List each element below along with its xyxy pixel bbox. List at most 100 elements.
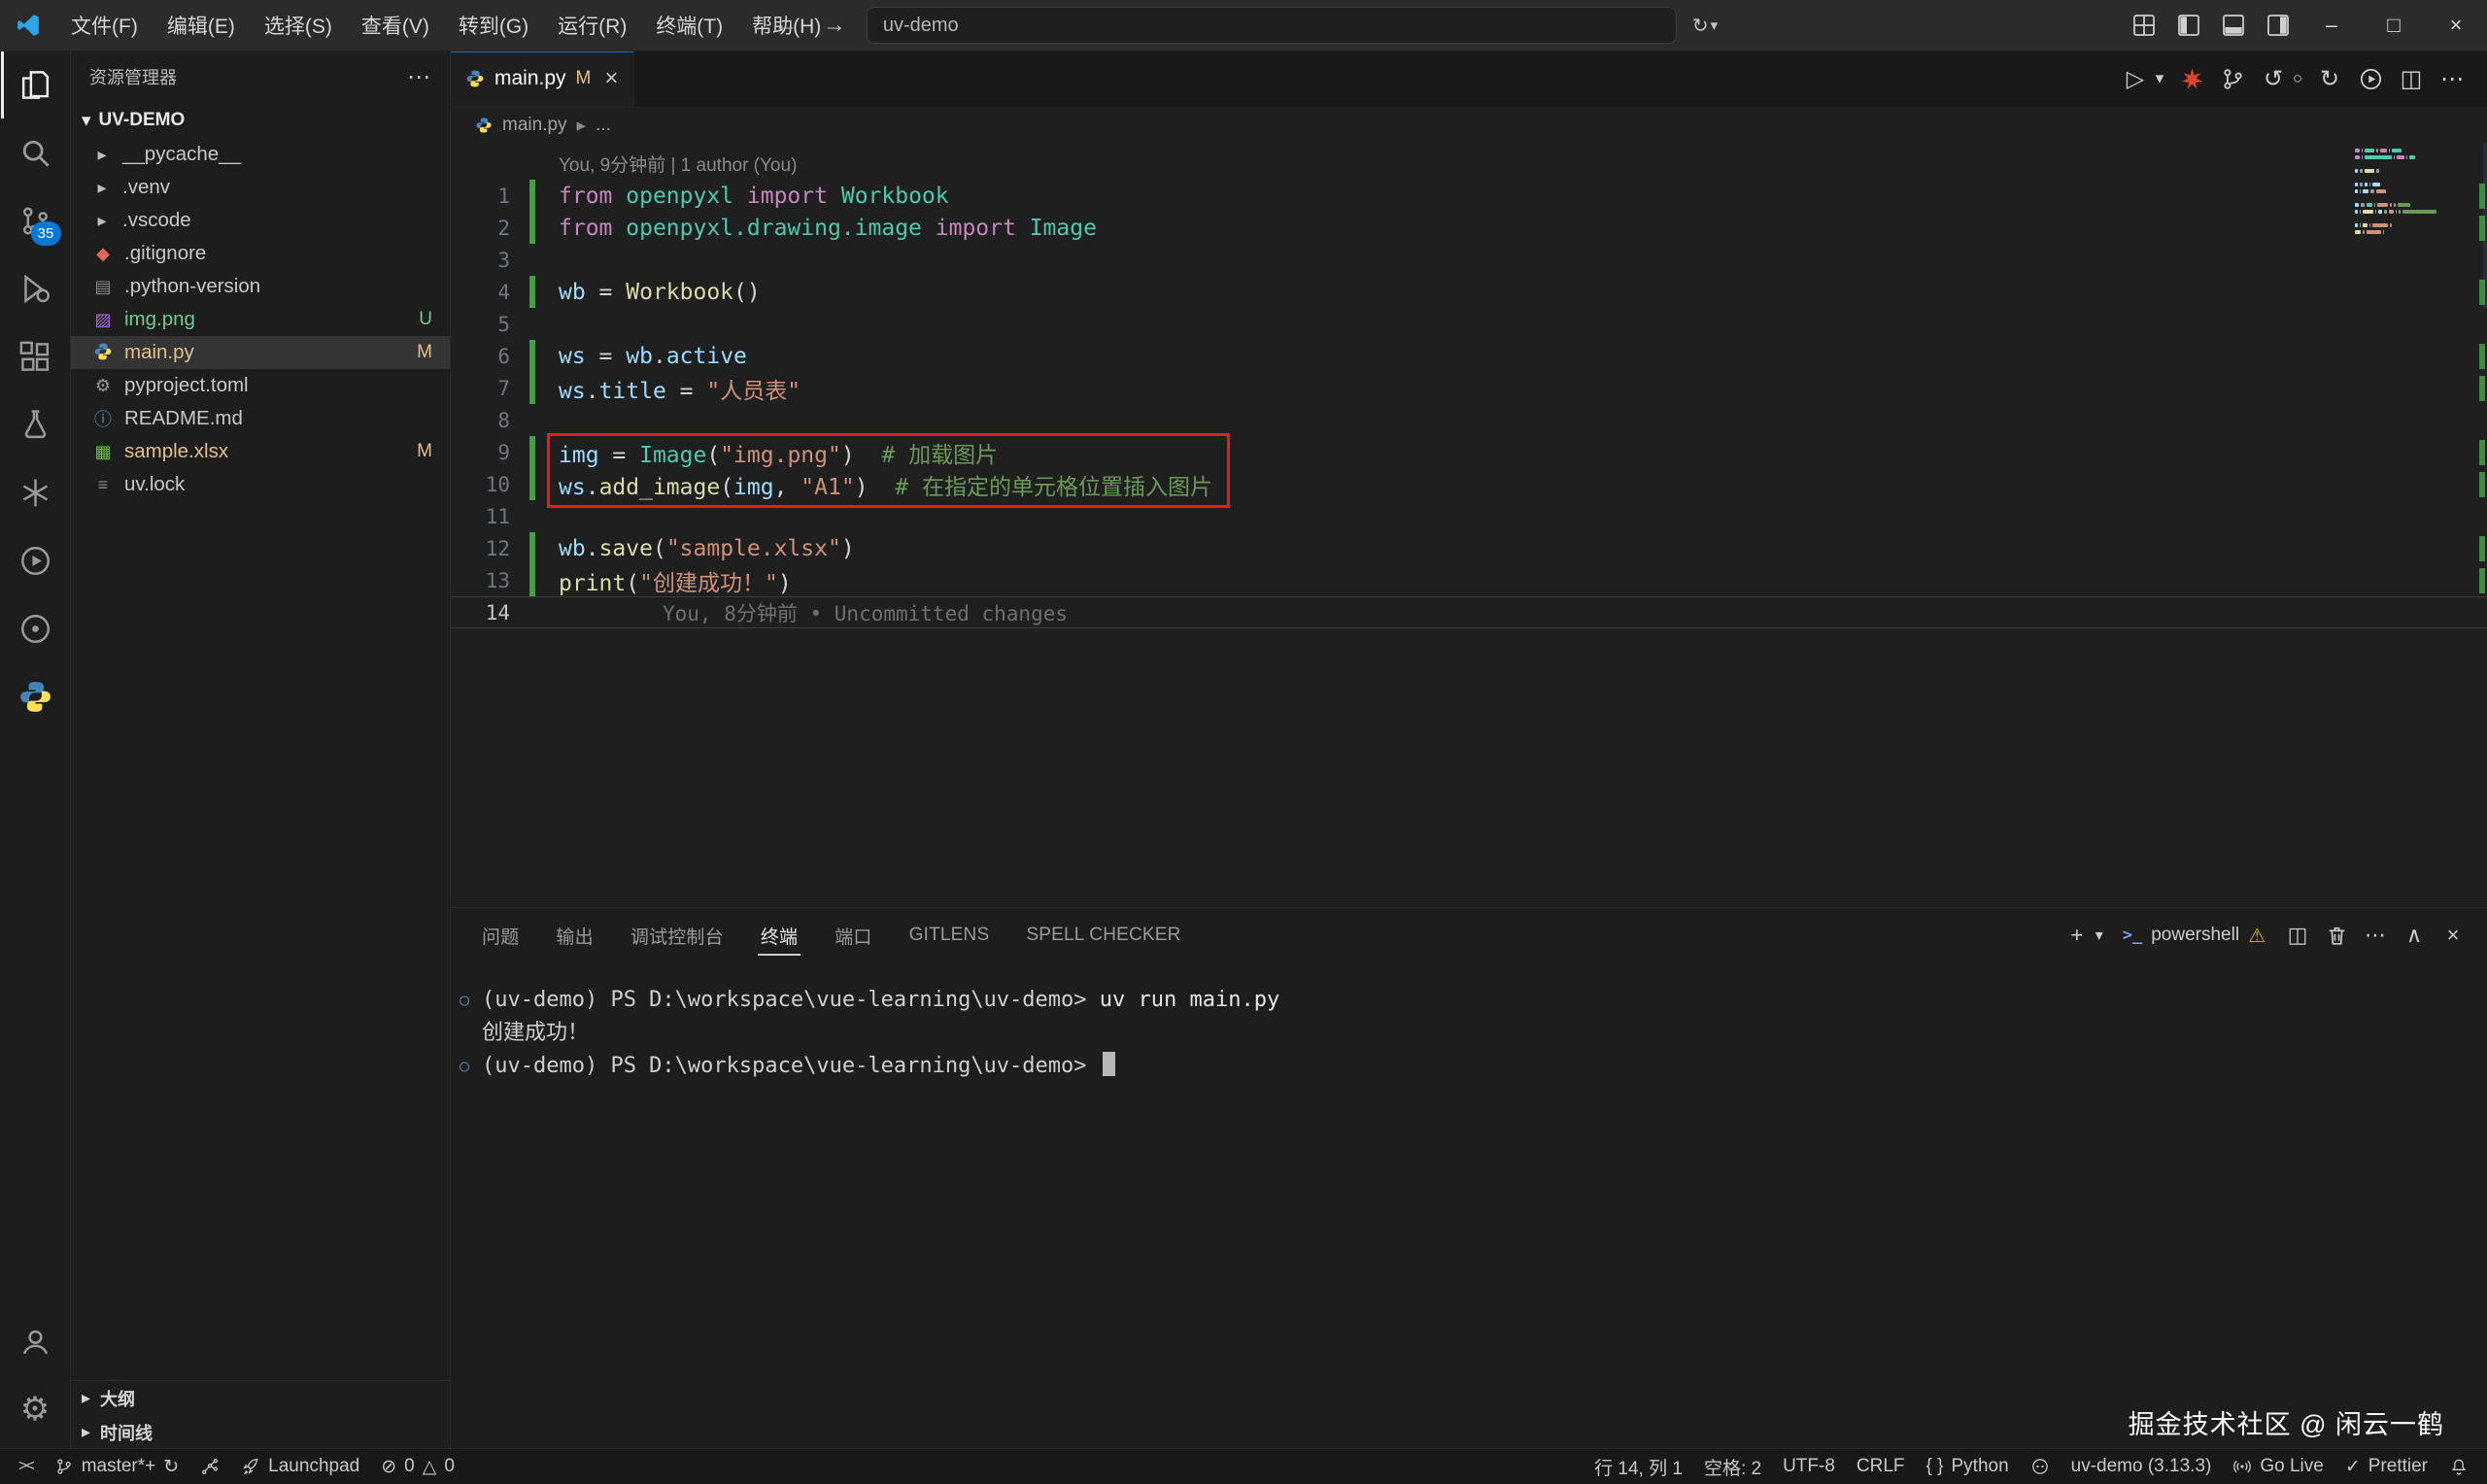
code-line-7[interactable]: 7ws.title = "人员表" — [450, 372, 2487, 404]
file-item-pyproject.toml[interactable]: ⚙pyproject.toml — [70, 369, 450, 402]
redo-icon[interactable]: ↻ — [2310, 57, 2349, 100]
file-item-.venv[interactable]: ▸.venv — [70, 171, 450, 204]
sidebar-section-时间线[interactable]: ▸时间线 — [70, 1415, 450, 1449]
code-runner-icon[interactable] — [1, 526, 70, 594]
tab-close-icon[interactable]: × — [604, 65, 618, 92]
customize-layout-icon[interactable] — [2122, 0, 2166, 51]
language-mode-status[interactable]: { } Python — [1916, 1449, 2020, 1484]
file-item-sample.xlsx[interactable]: ▦sample.xlsxM — [70, 435, 450, 468]
panel-tab-终端[interactable]: 终端 — [742, 908, 816, 962]
panel-tab-输出[interactable]: 输出 — [537, 908, 611, 962]
record-dot-icon[interactable]: ○ — [2287, 57, 2308, 100]
file-item-.gitignore[interactable]: ◆.gitignore — [70, 237, 450, 270]
launchpad-button[interactable]: Launchpad — [230, 1449, 370, 1484]
code-line-1[interactable]: 1from openpyxl import Workbook — [450, 180, 2487, 212]
menu-item-选择(S)[interactable]: 选择(S) — [250, 0, 347, 51]
accounts-icon[interactable] — [1, 1307, 70, 1375]
menu-item-编辑(E)[interactable]: 编辑(E) — [153, 0, 250, 51]
run-debug-icon[interactable] — [1, 254, 70, 322]
maximize-panel-button[interactable]: ∧ — [2396, 916, 2433, 955]
split-terminal-button[interactable]: ◫ — [2279, 916, 2316, 955]
close-button[interactable]: × — [2425, 0, 2487, 51]
code-line-6[interactable]: 6ws = wb.active — [450, 340, 2487, 372]
recent-dropdown[interactable]: ↻▾ — [1692, 14, 1718, 38]
snowflake-extension-icon[interactable] — [1, 458, 70, 526]
file-item-img.png[interactable]: ▨img.pngU — [70, 303, 450, 336]
command-decoration-icon[interactable]: ○ — [460, 984, 469, 1017]
code-line-13[interactable]: 13print("创建成功！") — [450, 564, 2487, 596]
encoding-status[interactable]: UTF-8 — [1772, 1449, 1846, 1484]
git-graph-button[interactable] — [189, 1449, 230, 1484]
code-line-11[interactable]: 11 — [450, 500, 2487, 532]
code-line-14[interactable]: 14You, 8分钟前 • Uncommitted changes — [450, 596, 2487, 628]
indentation-status[interactable]: 空格: 2 — [1693, 1449, 1772, 1484]
problems-status[interactable]: ⊘ 0 △ 0 — [370, 1449, 465, 1484]
settings-gear-icon[interactable]: ⚙ — [1, 1375, 70, 1443]
tree-root-folder[interactable]: ▾ UV-DEMO — [70, 103, 450, 138]
minimize-button[interactable]: – — [2300, 0, 2363, 51]
code-line-5[interactable]: 5 — [450, 308, 2487, 340]
toggle-sidebar-icon[interactable] — [2166, 0, 2211, 51]
split-editor-button[interactable]: ◫ — [2392, 57, 2431, 100]
breadcrumb-more[interactable]: ... — [596, 115, 611, 136]
search-icon[interactable] — [1, 118, 70, 186]
explorer-icon[interactable] — [1, 51, 70, 118]
python-extension-icon[interactable] — [1, 662, 70, 730]
code-line-3[interactable]: 3 — [450, 244, 2487, 276]
file-item-README.md[interactable]: ⓘREADME.md — [70, 402, 450, 435]
breadcrumb[interactable]: main.py ▸ ... — [450, 108, 2487, 143]
file-item-main.py[interactable]: main.pyM — [70, 336, 450, 369]
terminal-profile-chevron[interactable]: ▾ — [2090, 916, 2109, 955]
copilot-status[interactable] — [2020, 1449, 2061, 1484]
breadcrumb-file[interactable]: main.py — [502, 115, 567, 136]
remote-indicator[interactable]: >< — [8, 1449, 44, 1484]
terminal-instance-powershell[interactable]: >_ powershell ⚠ — [2111, 924, 2277, 948]
file-item-__pycache__[interactable]: ▸__pycache__ — [70, 138, 450, 171]
code-line-9[interactable]: 9img = Image("img.png") # 加载图片 — [450, 436, 2487, 468]
terminal[interactable]: ○(uv-demo) PS D:\workspace\vue-learning\… — [450, 962, 2487, 1449]
cursor-position-status[interactable]: 行 14, 列 1 — [1584, 1449, 1693, 1484]
panel-tab-调试控制台[interactable]: 调试控制台 — [612, 908, 742, 962]
panel-more-actions-button[interactable]: ⋯ — [2357, 916, 2394, 955]
notifications-bell[interactable] — [2438, 1449, 2479, 1484]
close-panel-button[interactable]: × — [2435, 916, 2471, 955]
code-line-10[interactable]: 10ws.add_image(img, "A1") # 在指定的单元格位置插入图… — [450, 468, 2487, 500]
python-interpreter-status[interactable]: uv-demo (3.13.3) — [2061, 1449, 2223, 1484]
panel-tab-端口[interactable]: 端口 — [816, 908, 890, 962]
more-actions-button[interactable]: ⋯ — [2433, 57, 2471, 100]
code-line-12[interactable]: 12wb.save("sample.xlsx") — [450, 532, 2487, 564]
explorer-more-actions-icon[interactable]: ⋯ — [407, 63, 430, 91]
run-code-button[interactable] — [2351, 57, 2390, 100]
menu-item-运行(R)[interactable]: 运行(R) — [543, 0, 641, 51]
extensions-icon[interactable] — [1, 322, 70, 390]
file-item-.python-version[interactable]: ▤.python-version — [70, 270, 450, 303]
code-line-4[interactable]: 4wb = Workbook() — [450, 276, 2487, 308]
eol-status[interactable]: CRLF — [1846, 1449, 1916, 1484]
sidebar-section-大纲[interactable]: ▸大纲 — [70, 1381, 450, 1415]
menu-item-文件(F)[interactable]: 文件(F) — [56, 0, 153, 51]
file-item-.vscode[interactable]: ▸.vscode — [70, 204, 450, 237]
extension-starburst-icon[interactable] — [2172, 57, 2211, 100]
toggle-panel-icon[interactable] — [2211, 0, 2256, 51]
maximize-button[interactable]: □ — [2363, 0, 2425, 51]
search-input[interactable]: uv-demo — [867, 7, 1677, 44]
panel-tab-GITLENS[interactable]: GITLENS — [891, 908, 1008, 962]
menu-item-查看(V)[interactable]: 查看(V) — [347, 0, 444, 51]
menu-item-终端(T)[interactable]: 终端(T) — [641, 0, 737, 51]
code-line-8[interactable]: 8 — [450, 404, 2487, 436]
kill-terminal-button[interactable] — [2318, 916, 2355, 955]
testing-icon[interactable] — [1, 390, 70, 458]
git-branch-status[interactable]: master*+ ↻ — [44, 1449, 189, 1484]
go-live-button[interactable]: Go Live — [2222, 1449, 2334, 1484]
toggle-secondary-sidebar-icon[interactable] — [2256, 0, 2300, 51]
code-editor[interactable]: You, 9分钟前 | 1 author (You) 1from openpyx… — [450, 143, 2487, 907]
menu-item-转到(G)[interactable]: 转到(G) — [444, 0, 543, 51]
live-server-icon[interactable] — [1, 594, 70, 662]
git-compare-icon[interactable] — [2213, 57, 2252, 100]
codelens-blame[interactable]: You, 9分钟前 | 1 author (You) — [450, 143, 2487, 180]
tab-main-py[interactable]: main.py M × — [450, 51, 634, 107]
prettier-status[interactable]: ✓ Prettier — [2334, 1449, 2438, 1484]
nav-forward-icon[interactable]: → — [818, 12, 851, 39]
panel-tab-问题[interactable]: 问题 — [463, 908, 537, 962]
source-control-icon[interactable]: 35 — [1, 186, 70, 254]
